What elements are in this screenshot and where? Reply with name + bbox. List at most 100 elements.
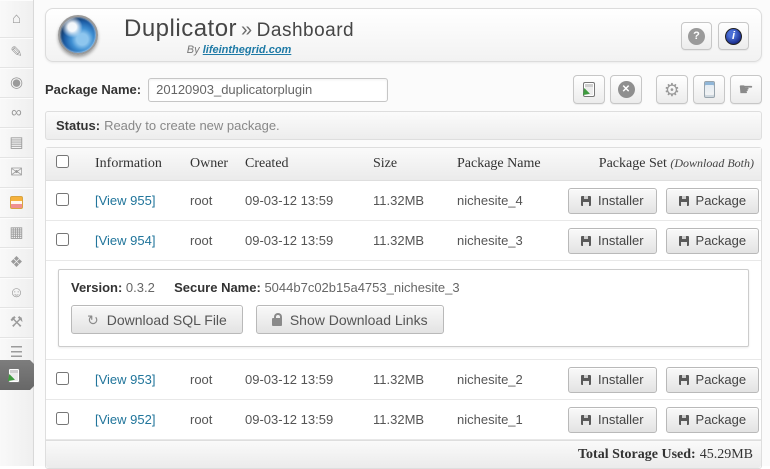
owner-value: root	[181, 233, 236, 248]
plugin-header: Duplicator»Dashboard By lifeinthegrid.co…	[45, 8, 762, 62]
created-value: 09-03-12 13:59	[236, 372, 364, 387]
installer-button[interactable]: Installer	[568, 407, 657, 433]
diagnostics-button[interactable]	[693, 75, 725, 104]
page-title: Duplicator»Dashboard By lifeinthegrid.co…	[98, 15, 354, 56]
installer-label: Installer	[598, 372, 644, 387]
create-package-button[interactable]	[573, 75, 605, 104]
package-name-label: Package Name:	[45, 82, 141, 97]
sidebar-item-plugins[interactable]: ❖	[0, 248, 33, 278]
header-actions: ? i	[681, 22, 749, 50]
sidebar-item-users[interactable]: ☺	[0, 278, 33, 308]
row-checkbox[interactable]	[56, 193, 69, 206]
support-button[interactable]: ☛	[730, 75, 762, 104]
view-link[interactable]: [View 953]	[95, 372, 155, 387]
package-name-value: nichesite_1	[448, 412, 568, 427]
download-sql-label: Download SQL File	[107, 312, 227, 328]
users-icon: ☺	[9, 285, 24, 300]
sidebar-item-appearance[interactable]: ▦	[0, 218, 33, 248]
show-download-links-button[interactable]: Show Download Links	[256, 305, 444, 334]
installer-label: Installer	[598, 412, 644, 427]
floppy-icon	[581, 196, 591, 206]
cancel-x-icon: ✕	[618, 81, 635, 98]
sidebar-item-dashboard[interactable]: ⌂	[0, 0, 33, 38]
owner-value: root	[181, 193, 236, 208]
show-links-label: Show Download Links	[290, 312, 428, 328]
total-storage-value: 45.29MB	[700, 447, 753, 463]
table-row: [View 953] root 09-03-12 13:59 11.32MB n…	[46, 360, 761, 400]
floppy-icon	[581, 375, 591, 385]
question-icon: ?	[688, 28, 705, 45]
owner-value: root	[181, 412, 236, 427]
package-label: Package	[696, 233, 747, 248]
sliders-icon: ☰	[10, 345, 23, 360]
download-both-note: (Download Both)	[670, 156, 754, 170]
sidebar-item-links[interactable]: ∞	[0, 98, 33, 128]
package-name-input[interactable]	[148, 78, 388, 102]
lifeinthegrid-link[interactable]: lifeinthegrid.com	[203, 44, 292, 56]
table-footer: Total Storage Used: 45.29MB	[46, 440, 761, 468]
byline-prefix: By	[187, 44, 200, 56]
col-information: Information	[86, 156, 181, 172]
package-label: Package	[696, 372, 747, 387]
table-row: [View 954] root 09-03-12 13:59 11.32MB n…	[46, 221, 761, 261]
pin-icon: ✎	[10, 45, 23, 60]
version-label: Version:	[71, 280, 122, 295]
floppy-icon	[679, 236, 689, 246]
plugin-title: Duplicator	[124, 15, 237, 42]
sidebar-item-posts[interactable]: ✎	[0, 38, 33, 68]
page-name: Dashboard	[257, 20, 354, 41]
installer-button[interactable]: Installer	[568, 228, 657, 254]
device-scan-icon	[704, 81, 715, 98]
package-button[interactable]: Package	[666, 407, 760, 433]
sidebar-item-media[interactable]: ◉	[0, 68, 33, 98]
package-name-value: nichesite_3	[448, 233, 568, 248]
view-link[interactable]: [View 955]	[95, 193, 155, 208]
table-row: [View 955] root 09-03-12 13:59 11.32MB n…	[46, 181, 761, 221]
comment-bubble-icon: ✉	[10, 165, 23, 180]
created-value: 09-03-12 13:59	[236, 412, 364, 427]
package-toolbar: Package Name: ✕ ⚙ ☛	[45, 75, 762, 104]
package-name-value: nichesite_2	[448, 372, 568, 387]
owner-value: root	[181, 372, 236, 387]
row-checkbox[interactable]	[56, 233, 69, 246]
status-message: Ready to create new package.	[104, 118, 280, 133]
settings-button[interactable]: ⚙	[656, 75, 688, 104]
select-all-checkbox[interactable]	[56, 155, 69, 168]
view-link[interactable]: [View 952]	[95, 412, 155, 427]
sidebar-item-comments[interactable]: ✉	[0, 158, 33, 188]
installer-button[interactable]: Installer	[568, 367, 657, 393]
plug-icon: ❖	[10, 255, 23, 270]
size-value: 11.32MB	[364, 412, 448, 427]
sidebar-item-pages[interactable]: ▤	[0, 128, 33, 158]
row-checkbox[interactable]	[56, 412, 69, 425]
pages-icon: ▤	[9, 135, 23, 150]
view-link[interactable]: [View 954]	[95, 233, 155, 248]
package-button[interactable]: Package	[666, 188, 760, 214]
package-doc-icon	[8, 368, 20, 383]
floppy-icon	[581, 236, 591, 246]
main-content: Duplicator»Dashboard By lifeinthegrid.co…	[34, 0, 770, 466]
link-chain-icon: ∞	[11, 105, 22, 120]
help-button[interactable]: ?	[681, 22, 712, 50]
about-button[interactable]: i	[718, 22, 749, 50]
sidebar-item-tools[interactable]: ⚒	[0, 308, 33, 338]
table-row: [View 952] root 09-03-12 13:59 11.32MB n…	[46, 400, 761, 440]
size-value: 11.32MB	[364, 233, 448, 248]
home-icon: ⌂	[12, 11, 21, 26]
duplicator-logo	[58, 15, 98, 55]
status-bar: Status:Ready to create new package.	[45, 111, 762, 140]
package-button[interactable]: Package	[666, 367, 760, 393]
admin-sidebar: ⌂ ✎ ◉ ∞ ▤ ✉ ▦ ❖ ☺ ⚒ ☰	[0, 0, 34, 466]
version-value: 0.3.2	[126, 280, 155, 295]
new-package-icon	[583, 82, 595, 97]
cancel-button[interactable]: ✕	[610, 75, 642, 104]
package-button[interactable]: Package	[666, 228, 760, 254]
installer-button[interactable]: Installer	[568, 188, 657, 214]
col-size: Size	[364, 156, 448, 172]
table-header-row: Information Owner Created Size Package N…	[46, 148, 761, 181]
download-sql-button[interactable]: ↻ Download SQL File	[71, 305, 243, 334]
installer-label: Installer	[598, 193, 644, 208]
floppy-icon	[679, 375, 689, 385]
row-checkbox[interactable]	[56, 372, 69, 385]
sidebar-item-custom-menu[interactable]	[0, 188, 33, 218]
